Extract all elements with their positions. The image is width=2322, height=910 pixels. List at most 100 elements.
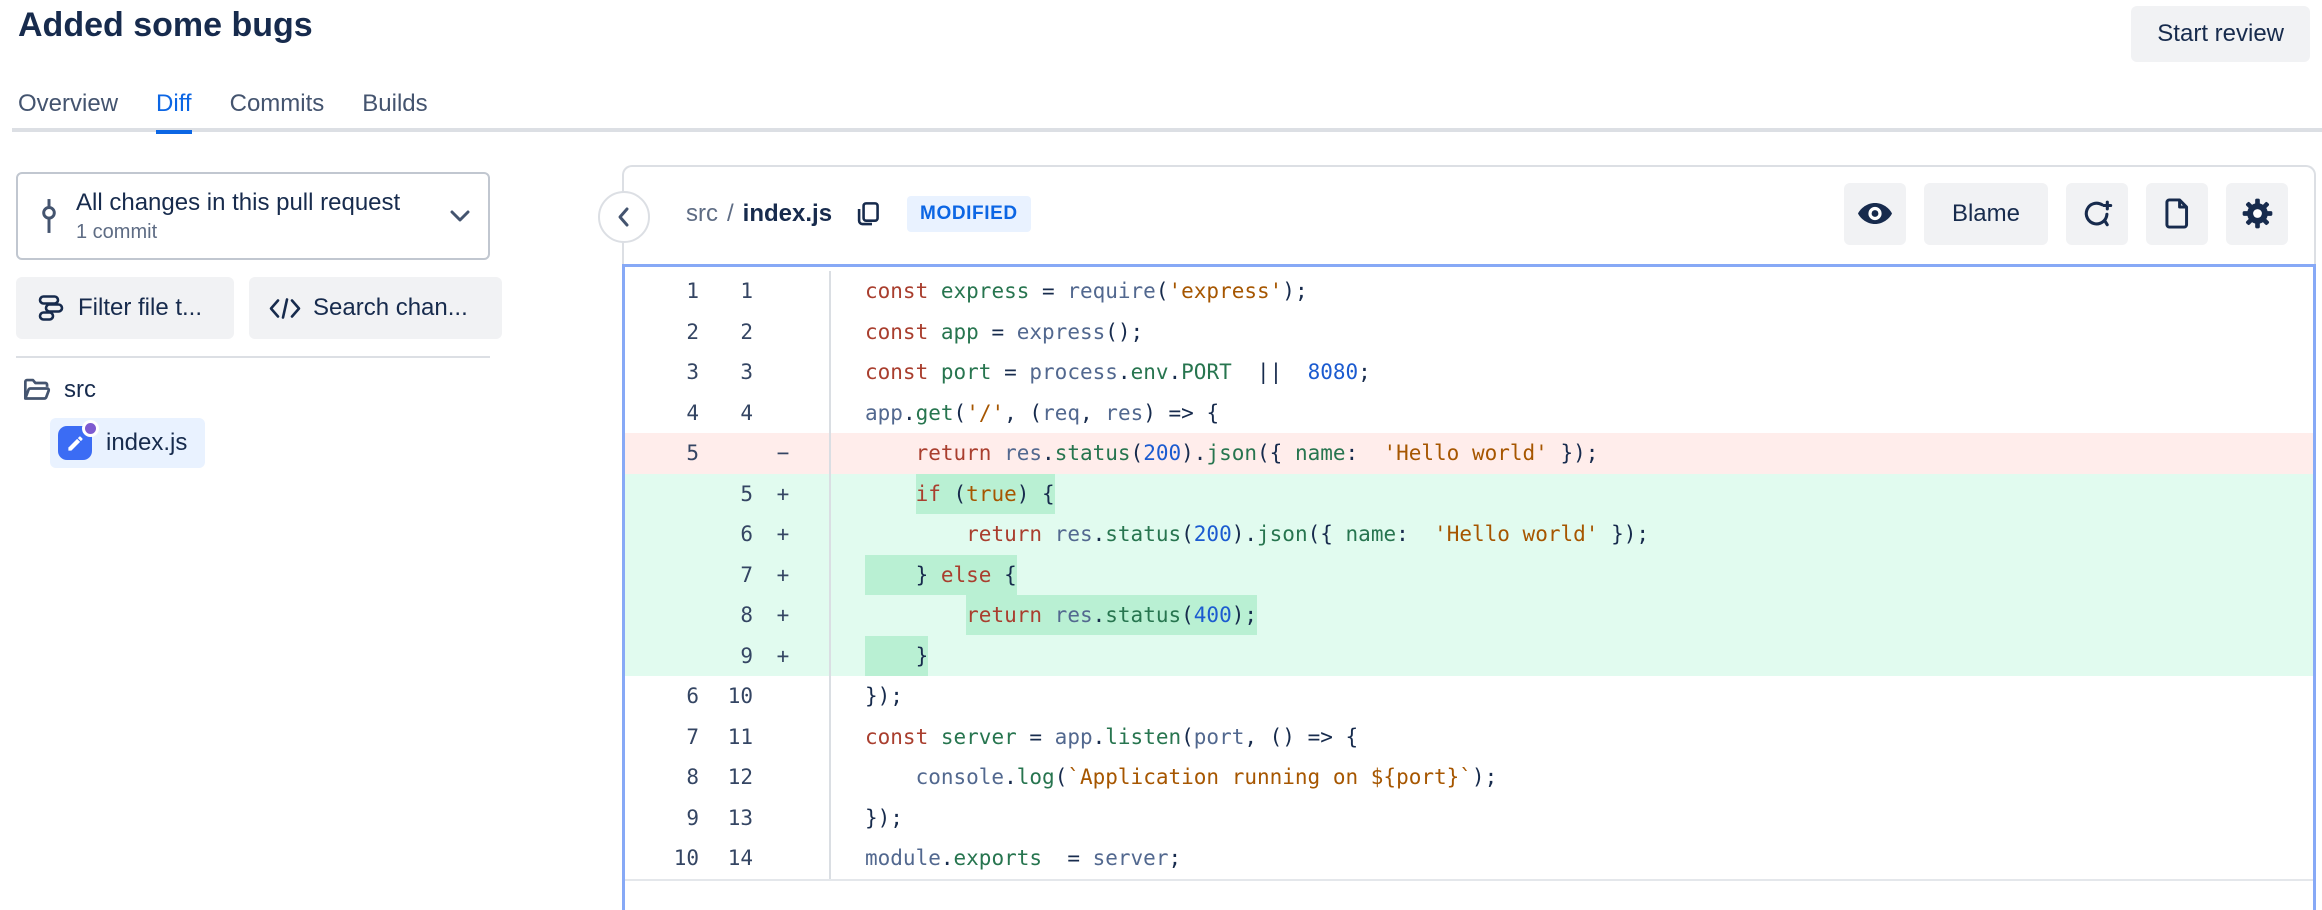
diff-row[interactable]: 711const server = app.listen(port, () =>… — [625, 717, 2313, 758]
code-line: if (true) { — [829, 474, 2313, 515]
diff-code-panel[interactable]: 11const express = require('express');22c… — [622, 264, 2316, 910]
line-number-new: 3 — [699, 352, 753, 393]
line-number-new: 8 — [699, 595, 753, 636]
code-line: module.exports = server; — [829, 838, 2313, 879]
tab-overview[interactable]: Overview — [18, 90, 118, 134]
line-number-gutter[interactable]: 913 — [625, 798, 829, 839]
filter-button-label: Filter file t... — [78, 294, 202, 322]
code-line: app.get('/', (req, res) => { — [829, 393, 2313, 434]
line-number-new: 4 — [699, 393, 753, 434]
add-comment-icon — [2082, 198, 2113, 229]
line-number-old — [625, 474, 699, 515]
line-number-gutter[interactable]: 610 — [625, 676, 829, 717]
collapse-sidebar-button[interactable] — [598, 191, 650, 243]
diff-row[interactable]: 1014module.exports = server; — [625, 838, 2313, 879]
watch-file-button[interactable] — [1844, 183, 1906, 245]
diff-sign — [753, 271, 813, 312]
diff-sign: + — [753, 555, 813, 596]
line-number-old: 7 — [625, 717, 699, 758]
code-rows: 11const express = require('express');22c… — [625, 267, 2313, 879]
line-number-gutter[interactable]: 22 — [625, 312, 829, 353]
gear-icon — [2242, 198, 2273, 229]
search-changes-button[interactable]: Search chan... — [249, 277, 502, 339]
code-brackets-icon — [269, 297, 301, 320]
diff-row[interactable]: 913}); — [625, 798, 2313, 839]
diff-row[interactable]: 8+ return res.status(400); — [625, 595, 2313, 636]
change-scope-selector[interactable]: All changes in this pull request 1 commi… — [16, 172, 490, 260]
folder-label: src — [64, 376, 96, 404]
folder-icon — [22, 377, 52, 404]
diff-sign — [753, 352, 813, 393]
diff-sign — [753, 838, 813, 879]
line-number-old: 4 — [625, 393, 699, 434]
line-number-old: 1 — [625, 271, 699, 312]
line-number-gutter[interactable]: 812 — [625, 757, 829, 798]
line-number-gutter[interactable]: 7+ — [625, 555, 829, 596]
tree-file-indexjs[interactable]: index.js — [50, 418, 205, 468]
code-line: return res.status(200).json({ name: 'Hel… — [829, 514, 2313, 555]
chevron-down-icon — [450, 210, 470, 223]
diff-row[interactable]: 44app.get('/', (req, res) => { — [625, 393, 2313, 434]
tab-builds[interactable]: Builds — [362, 90, 427, 134]
view-file-button[interactable] — [2146, 183, 2208, 245]
diff-sign: + — [753, 514, 813, 555]
line-number-gutter[interactable]: 6+ — [625, 514, 829, 555]
code-line: console.log(`Application running on ${po… — [829, 757, 2313, 798]
line-number-old: 9 — [625, 798, 699, 839]
diff-row[interactable]: 9+ } — [625, 636, 2313, 677]
status-badge: MODIFIED — [907, 196, 1031, 232]
filter-file-tree-button[interactable]: Filter file t... — [16, 277, 234, 339]
diff-toolbar: Blame — [1844, 183, 2288, 245]
diff-sign — [753, 757, 813, 798]
diff-row[interactable]: 5+ if (true) { — [625, 474, 2313, 515]
diff-row[interactable]: 6+ return res.status(200).json({ name: '… — [625, 514, 2313, 555]
diff-row[interactable]: 22const app = express(); — [625, 312, 2313, 353]
modified-file-icon — [58, 425, 94, 461]
line-number-new: 14 — [699, 838, 753, 879]
line-number-gutter[interactable]: 8+ — [625, 595, 829, 636]
copy-path-button[interactable] — [854, 200, 881, 228]
code-line: }); — [829, 798, 2313, 839]
line-number-gutter[interactable]: 711 — [625, 717, 829, 758]
add-comment-button[interactable] — [2066, 183, 2128, 245]
diff-sign — [753, 676, 813, 717]
line-number-gutter[interactable]: 9+ — [625, 636, 829, 677]
blame-button[interactable]: Blame — [1924, 183, 2048, 245]
line-number-gutter[interactable]: 44 — [625, 393, 829, 434]
diff-row[interactable]: 5− return res.status(200).json({ name: '… — [625, 433, 2313, 474]
line-number-new: 6 — [699, 514, 753, 555]
line-number-gutter[interactable]: 33 — [625, 352, 829, 393]
tab-commits[interactable]: Commits — [230, 90, 325, 134]
diff-row[interactable]: 33const port = process.env.PORT || 8080; — [625, 352, 2313, 393]
breadcrumb-separator: / — [727, 200, 734, 228]
tab-diff[interactable]: Diff — [156, 90, 192, 134]
diff-row[interactable]: 812 console.log(`Application running on … — [625, 757, 2313, 798]
tree-folder-src[interactable]: src — [22, 376, 96, 404]
line-number-gutter[interactable]: 5− — [625, 433, 829, 474]
line-number-old: 10 — [625, 838, 699, 879]
diff-row[interactable]: 7+ } else { — [625, 555, 2313, 596]
diff-row[interactable]: 11const express = require('express'); — [625, 271, 2313, 312]
diff-settings-button[interactable] — [2226, 183, 2288, 245]
line-number-new: 2 — [699, 312, 753, 353]
line-number-old: 3 — [625, 352, 699, 393]
line-number-old: 8 — [625, 757, 699, 798]
line-number-old — [625, 636, 699, 677]
code-line: return res.status(200).json({ name: 'Hel… — [829, 433, 2313, 474]
code-line: } else { — [829, 555, 2313, 596]
line-number-gutter[interactable]: 11 — [625, 271, 829, 312]
file-label: index.js — [106, 429, 187, 457]
search-button-label: Search chan... — [313, 294, 468, 322]
breadcrumb-file: index.js — [743, 200, 832, 228]
diff-row[interactable]: 610}); — [625, 676, 2313, 717]
code-line: const express = require('express'); — [829, 271, 2313, 312]
page-title: Added some bugs — [18, 6, 313, 45]
eye-icon — [1857, 201, 1893, 226]
code-line: }); — [829, 676, 2313, 717]
start-review-button[interactable]: Start review — [2131, 6, 2310, 62]
line-number-old — [625, 595, 699, 636]
sidebar-divider — [16, 356, 490, 358]
line-number-gutter[interactable]: 1014 — [625, 838, 829, 879]
line-number-gutter[interactable]: 5+ — [625, 474, 829, 515]
diff-sign — [753, 798, 813, 839]
